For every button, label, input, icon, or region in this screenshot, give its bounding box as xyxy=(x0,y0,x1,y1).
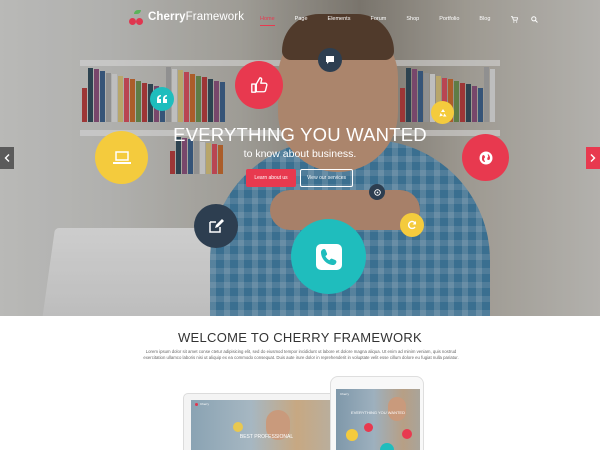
mockup-bubble xyxy=(380,443,394,450)
view-services-button[interactable]: View our services xyxy=(300,169,353,187)
tablet-mockup-screen: Cherry EVERYTHING YOU WANTED xyxy=(336,389,420,450)
tablet-mockup-title: EVERYTHING YOU WANTED xyxy=(351,410,405,415)
chevron-right-icon xyxy=(590,154,596,162)
mockup-logo: Cherry xyxy=(340,392,350,396)
laptop-icon xyxy=(95,131,148,184)
hero-slider: CherryFramework Home Page Elements Forum… xyxy=(0,0,600,316)
nav-item-home[interactable]: Home xyxy=(260,16,275,26)
mockup-nav: Cherry xyxy=(191,400,342,408)
welcome-text: Lorem ipsum dolor sit amet conse ctetur … xyxy=(143,349,459,361)
quote-icon xyxy=(150,87,174,111)
hero-title: EVERYTHING YOU WANTED xyxy=(173,124,427,145)
mockup-bubble xyxy=(364,423,373,432)
chevron-left-icon xyxy=(4,154,10,162)
mockup-bubble xyxy=(402,429,412,439)
edit-icon xyxy=(194,204,238,248)
mockup-bubble xyxy=(233,422,243,432)
cart-icon[interactable] xyxy=(510,15,518,23)
search-icon[interactable] xyxy=(530,15,538,23)
globe-icon xyxy=(462,134,509,181)
nav-item-elements[interactable]: Elements xyxy=(328,16,351,22)
laptop-mockup-screen: Cherry BEST PROFESSIONAL xyxy=(191,400,342,450)
slider-prev-button[interactable] xyxy=(0,147,14,169)
site-logo[interactable]: CherryFramework xyxy=(128,8,244,26)
compass-icon xyxy=(369,184,385,200)
mockup-logo: Cherry xyxy=(200,402,210,406)
nav-item-portfolio[interactable]: Portfolio xyxy=(439,16,459,22)
nav-item-shop[interactable]: Shop xyxy=(406,16,419,22)
slider-next-button[interactable] xyxy=(586,147,600,169)
logo-text: CherryFramework xyxy=(148,11,245,23)
main-nav: Home Page Elements Forum Shop Portfolio … xyxy=(260,13,550,26)
tablet-mockup: Cherry EVERYTHING YOU WANTED xyxy=(330,376,424,450)
mockup-bubble xyxy=(346,429,358,441)
welcome-heading: WELCOME TO CHERRY FRAMEWORK xyxy=(177,330,423,345)
laptop-mockup: Cherry BEST PROFESSIONAL xyxy=(183,393,349,450)
cherry-logo-icon xyxy=(128,9,144,25)
thumbs-up-icon xyxy=(235,61,283,109)
nav-item-forum[interactable]: Forum xyxy=(370,16,386,22)
mockup-person xyxy=(388,397,406,421)
nav-item-blog[interactable]: Blog xyxy=(479,16,490,22)
chat-icon xyxy=(318,48,342,72)
refresh-icon xyxy=(400,213,424,237)
learn-about-us-button[interactable]: Learn about us xyxy=(246,169,296,187)
phone-icon xyxy=(291,219,366,294)
laptop-mockup-caption: BEST PROFESSIONAL xyxy=(239,434,294,440)
hero-subtitle: to know about business. xyxy=(243,148,357,160)
nav-item-page[interactable]: Page xyxy=(295,16,308,22)
recycle-icon xyxy=(431,101,454,124)
